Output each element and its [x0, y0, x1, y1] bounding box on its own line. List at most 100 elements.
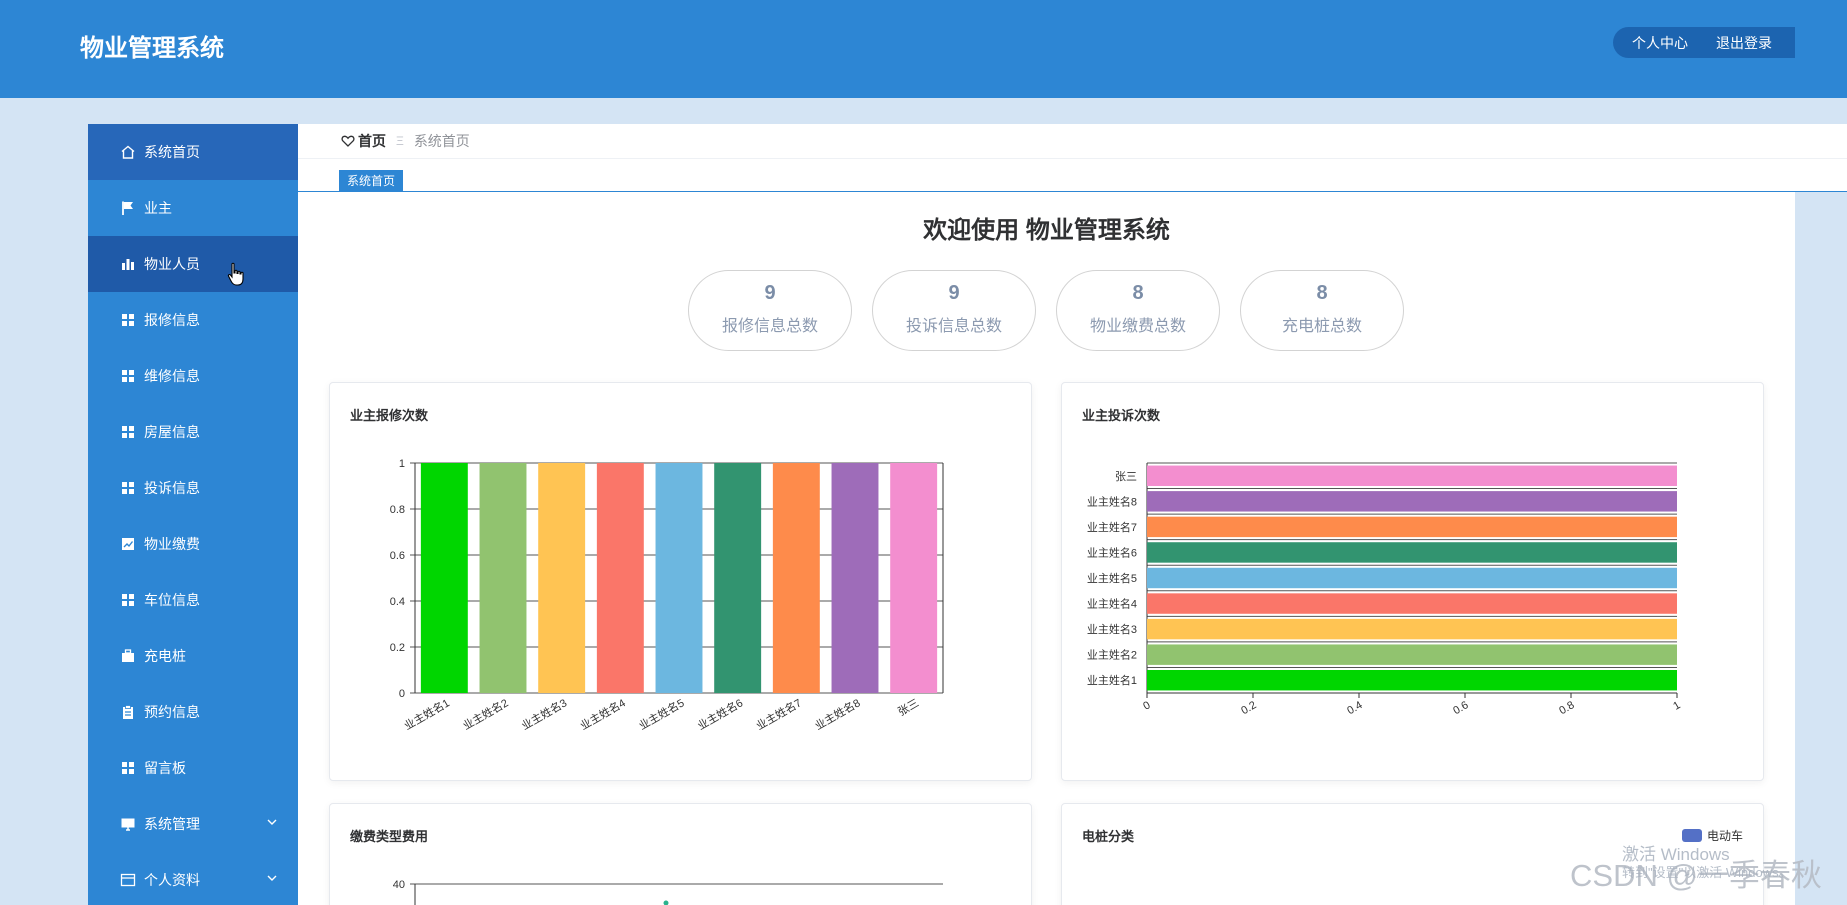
sidebar-item-complaint-info[interactable]: 投诉信息 — [88, 460, 298, 516]
stat-value: 9 — [948, 282, 960, 304]
x-tick-label: 张三 — [896, 696, 922, 718]
tab-home[interactable]: 系统首页 — [339, 170, 404, 192]
grid-icon — [120, 424, 136, 440]
grid-icon — [120, 312, 136, 328]
bar — [890, 463, 938, 693]
y-tick-label: 业主姓名6 — [1087, 545, 1137, 559]
sidebar-item-parking-info[interactable]: 车位信息 — [88, 572, 298, 628]
breadcrumb-home[interactable]: 首页 — [358, 131, 386, 151]
id-card-icon — [120, 872, 136, 888]
y-tick-label: 业主姓名2 — [1087, 648, 1137, 662]
chart-title: 电桩分类 — [1082, 829, 1135, 844]
x-tick-label: 1 — [1671, 699, 1682, 712]
y-tick-label: 张三 — [1115, 470, 1137, 483]
sidebar-item-maintenance-info[interactable]: 维修信息 — [88, 348, 298, 404]
sidebar-item-system-management[interactable]: 系统管理 — [88, 796, 298, 852]
app-title: 物业管理系统 — [80, 35, 224, 62]
logout-link[interactable]: 退出登录 — [1716, 33, 1772, 53]
stat-label: 充电桩总数 — [1281, 318, 1362, 335]
chart-card-owner-complaints: 业主投诉次数 业主姓名1 业主姓名2 业主姓名3 业主姓名4 业主姓名5 业主姓名6 业主姓… — [1061, 382, 1764, 781]
briefcase-icon — [120, 648, 136, 664]
sidebar-item-label: 个人资料 — [144, 872, 200, 888]
chevron-down-icon — [267, 819, 277, 825]
sidebar-item-reservation-info[interactable]: 预约信息 — [88, 684, 298, 740]
sidebar-item-label: 系统首页 — [144, 144, 200, 160]
bar — [1147, 491, 1677, 512]
stat-label: 投诉信息总数 — [905, 318, 1002, 335]
stat-label: 报修信息总数 — [721, 318, 818, 335]
clipboard-icon — [120, 704, 136, 720]
bar — [1147, 542, 1677, 563]
sidebar: 系统首页 业主 物业人员 报修信息 维修信息 房屋信息 投诉信息 物业缴费 车位… — [88, 124, 298, 905]
pie-legend[interactable]: 电动车 — [1681, 827, 1743, 844]
legend-swatch — [1681, 829, 1702, 842]
mouse-pointer-icon — [227, 262, 244, 286]
top-header: 物业管理系统 个人中心 退出登录 — [0, 0, 1847, 98]
y-tick-label: 业主姓名5 — [1087, 571, 1137, 585]
bar-chart-icon — [120, 256, 136, 272]
header-actions: 个人中心 退出登录 — [1613, 27, 1795, 58]
breadcrumb: 首页 Ξ 系统首页 — [298, 124, 1847, 159]
x-tick-label: 业主姓名8 — [812, 695, 862, 732]
personal-center-link[interactable]: 个人中心 — [1632, 33, 1688, 53]
stat-value: 8 — [1132, 282, 1144, 304]
sidebar-item-personal-profile[interactable]: 个人资料 — [88, 852, 298, 905]
x-tick-label: 0.4 — [1345, 699, 1364, 717]
stat-card-fee-total: 8 物业缴费总数 — [1056, 270, 1220, 351]
bar — [1147, 618, 1677, 640]
sidebar-item-message-board[interactable]: 留言板 — [88, 740, 298, 796]
bar — [1147, 670, 1677, 691]
x-tick-label: 业主姓名5 — [636, 695, 686, 732]
y-tick-label: 业主姓名4 — [1087, 597, 1137, 611]
tabs-bar: 系统首页 — [298, 159, 1847, 192]
sidebar-item-charging-pile[interactable]: 充电桩 — [88, 628, 298, 684]
sidebar-item-label: 预约信息 — [144, 704, 200, 720]
owner-complaints-bar-chart: 业主姓名1 业主姓名2 业主姓名3 业主姓名4 业主姓名5 业主姓名6 业主姓名7 业主姓名8… — [1087, 462, 1683, 717]
y-tick-label: 0.6 — [390, 550, 405, 562]
sidebar-item-label: 充电桩 — [144, 648, 186, 664]
stat-card-charging-total: 8 充电桩总数 — [1240, 270, 1404, 351]
y-tick-label: 业主姓名8 — [1087, 494, 1137, 508]
bar — [1147, 593, 1677, 614]
bar — [1147, 644, 1677, 665]
right-gutter — [1795, 192, 1847, 905]
y-tick-label: 1 — [399, 458, 405, 470]
x-tick-label: 0.8 — [1557, 699, 1576, 717]
chart-card-fee-types: 缴费类型费用 40 — [329, 803, 1032, 905]
sidebar-item-house-info[interactable]: 房屋信息 — [88, 404, 298, 460]
sidebar-item-staff[interactable]: 物业人员 — [88, 236, 298, 292]
page-title: 欢迎使用 物业管理系统 — [923, 217, 1170, 244]
breadcrumb-current: 系统首页 — [413, 133, 470, 149]
x-tick-label: 业主姓名3 — [519, 695, 569, 732]
sidebar-item-label: 车位信息 — [144, 592, 200, 608]
home-icon — [120, 144, 136, 160]
sidebar-item-label: 投诉信息 — [144, 480, 200, 496]
y-tick-label: 0.2 — [390, 642, 405, 654]
sidebar-item-home[interactable]: 系统首页 — [88, 124, 298, 180]
sidebar-item-label: 物业人员 — [144, 256, 200, 272]
bar — [714, 463, 762, 693]
sidebar-item-property-fee[interactable]: 物业缴费 — [88, 516, 298, 572]
monitor-icon — [120, 816, 136, 832]
sidebar-item-repair-info[interactable]: 报修信息 — [88, 292, 298, 348]
bar — [772, 463, 820, 693]
sidebar-item-owner[interactable]: 业主 — [88, 180, 298, 236]
legend-label: 电动车 — [1706, 829, 1743, 843]
y-tick-label: 业主姓名7 — [1087, 520, 1137, 534]
bar — [1147, 516, 1677, 538]
breadcrumb-separator: Ξ — [396, 134, 404, 148]
grid-icon — [120, 592, 136, 608]
stat-card-repair-total: 9 报修信息总数 — [688, 270, 852, 351]
sidebar-item-label: 物业缴费 — [144, 536, 200, 552]
bar — [538, 463, 586, 693]
x-tick-label: 0.6 — [1451, 699, 1470, 717]
bar — [1147, 465, 1677, 486]
activation-line-2: 转到"设置"以激活 Windows。 — [1622, 865, 1792, 880]
grid-icon — [120, 480, 136, 496]
bar — [655, 463, 703, 693]
x-tick-label: 业主姓名6 — [695, 695, 745, 732]
stat-value: 8 — [1316, 282, 1328, 304]
x-tick-label: 业主姓名2 — [460, 695, 510, 732]
sidebar-item-label: 维修信息 — [144, 368, 200, 384]
chart-card-owner-repairs: 业主报修次数 0 0.2 0.4 0.6 0.8 1 业主姓名1 业主姓名2 业主姓名3 业主姓名… — [329, 382, 1032, 781]
